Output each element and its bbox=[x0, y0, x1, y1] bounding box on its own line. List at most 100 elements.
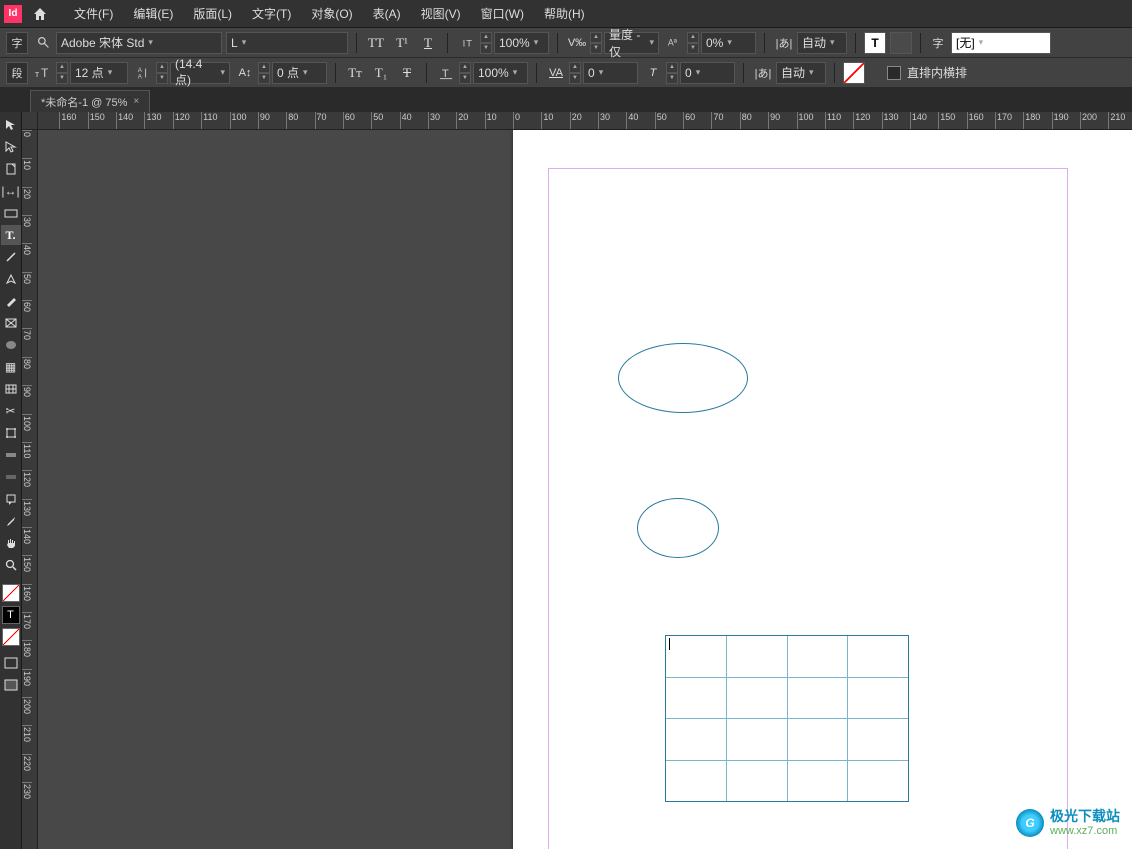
tatechuyoko-checkbox[interactable] bbox=[887, 66, 901, 80]
direct-selection-tool-icon[interactable] bbox=[1, 137, 21, 157]
page-tool-icon[interactable] bbox=[1, 159, 21, 179]
canvas-area[interactable] bbox=[38, 130, 1132, 849]
gradient-feather-icon[interactable] bbox=[1, 467, 21, 487]
apply-none-swatch[interactable] bbox=[2, 628, 20, 646]
auto1-input[interactable]: 自动 bbox=[797, 32, 847, 54]
menu-object[interactable]: 对象(O) bbox=[301, 5, 362, 22]
ellipse-shape-1[interactable] bbox=[618, 343, 748, 413]
table-tool-icon[interactable] bbox=[1, 379, 21, 399]
table-cell[interactable] bbox=[666, 719, 727, 760]
close-tab-icon[interactable]: × bbox=[133, 96, 139, 107]
panel-para-button[interactable]: 段 bbox=[6, 62, 28, 84]
font-size-stepper[interactable]: ▲▼ bbox=[56, 62, 68, 84]
table-cell[interactable] bbox=[666, 636, 727, 677]
aki-right-stepper[interactable]: ▲▼ bbox=[666, 62, 678, 84]
table-placeholder-icon[interactable]: ▦ bbox=[1, 357, 21, 377]
table-cell[interactable] bbox=[727, 719, 788, 760]
tracking2-input[interactable]: 0 点 bbox=[272, 62, 327, 84]
stroke-swatch[interactable] bbox=[843, 62, 865, 84]
eyedropper-tool-icon[interactable] bbox=[1, 511, 21, 531]
table-cell[interactable] bbox=[727, 678, 788, 719]
free-transform-icon[interactable] bbox=[1, 423, 21, 443]
menu-table[interactable]: 表(A) bbox=[363, 5, 411, 22]
fill-stroke-swatch[interactable] bbox=[2, 584, 20, 602]
panel-char-button[interactable]: 字 bbox=[6, 32, 28, 54]
menu-help[interactable]: 帮助(H) bbox=[534, 5, 595, 22]
zoom-tool-icon[interactable] bbox=[1, 555, 21, 575]
document-page[interactable] bbox=[513, 130, 1132, 849]
subscript-icon[interactable]: T₁ bbox=[370, 62, 392, 84]
kerning-stepper[interactable]: ▲▼ bbox=[590, 32, 602, 54]
horiz-scale-input[interactable]: 100% bbox=[473, 62, 528, 84]
leading-stepper[interactable]: ▲▼ bbox=[156, 62, 168, 84]
ellipse-shape-2[interactable] bbox=[637, 498, 719, 558]
fill-t-swatch[interactable]: T bbox=[864, 32, 886, 54]
strike-icon[interactable]: T bbox=[396, 62, 418, 84]
table-cell[interactable] bbox=[788, 719, 849, 760]
gap-tool-icon[interactable]: |↔| bbox=[1, 181, 21, 201]
aki-left-input[interactable]: 0 bbox=[583, 62, 638, 84]
table-cell[interactable] bbox=[848, 678, 908, 719]
ruler-origin[interactable] bbox=[22, 112, 38, 130]
horiz-scale-stepper[interactable]: ▲▼ bbox=[459, 62, 471, 84]
leading-input[interactable]: (14.4 点) bbox=[170, 62, 230, 84]
table-cell[interactable] bbox=[666, 678, 727, 719]
menu-view[interactable]: 视图(V) bbox=[411, 5, 471, 22]
vert-scale-input[interactable]: 100% bbox=[494, 32, 549, 54]
menu-text[interactable]: 文字(T) bbox=[242, 5, 301, 22]
pen-tool-icon[interactable] bbox=[1, 269, 21, 289]
menu-window[interactable]: 窗口(W) bbox=[471, 5, 534, 22]
content-collector-icon[interactable] bbox=[1, 203, 21, 223]
aki-right-input[interactable]: 0 bbox=[680, 62, 735, 84]
table-cell[interactable] bbox=[788, 678, 849, 719]
type-tool-icon[interactable]: T. bbox=[1, 225, 21, 245]
table-cell[interactable] bbox=[848, 719, 908, 760]
ruler-horizontal[interactable]: 1601501401301201101009080706050403020100… bbox=[38, 112, 1132, 130]
menu-layout[interactable]: 版面(L) bbox=[183, 5, 242, 22]
ellipse-tool-icon[interactable] bbox=[1, 335, 21, 355]
inserted-table[interactable] bbox=[665, 635, 909, 802]
menu-edit[interactable]: 编辑(E) bbox=[123, 5, 183, 22]
superscript-icon[interactable]: T¹ bbox=[391, 32, 413, 54]
baseline-input[interactable]: 0% bbox=[701, 32, 756, 54]
underline-icon[interactable]: T bbox=[417, 32, 439, 54]
table-cell[interactable] bbox=[727, 761, 788, 802]
table-cell[interactable] bbox=[788, 636, 849, 677]
font-size-input[interactable]: 12 点 bbox=[70, 62, 128, 84]
line-tool-icon[interactable] bbox=[1, 247, 21, 267]
menu-file[interactable]: 文件(F) bbox=[64, 5, 123, 22]
kerning-input[interactable]: 量度 - 仅 bbox=[604, 32, 659, 54]
font-family-dropdown[interactable]: Adobe 宋体 Std bbox=[56, 32, 222, 54]
ruler-vertical[interactable]: 0102030405060708090100110120130140150160… bbox=[22, 130, 38, 849]
table-cell[interactable] bbox=[666, 761, 727, 802]
pencil-tool-icon[interactable] bbox=[1, 291, 21, 311]
font-style-dropdown[interactable]: L bbox=[226, 32, 348, 54]
table-cell[interactable] bbox=[727, 636, 788, 677]
allcaps-icon[interactable]: TT bbox=[365, 32, 387, 54]
ruler-tick: 10 bbox=[541, 112, 553, 129]
aki-left-stepper[interactable]: ▲▼ bbox=[569, 62, 581, 84]
char-style-label: 字 bbox=[929, 32, 947, 54]
tracking-stepper[interactable]: ▲▼ bbox=[258, 62, 270, 84]
view-mode-normal-icon[interactable] bbox=[1, 653, 21, 673]
search-font-icon[interactable] bbox=[32, 32, 54, 54]
format-container-swatch[interactable]: T bbox=[2, 606, 20, 624]
rectangle-frame-tool-icon[interactable] bbox=[1, 313, 21, 333]
hand-tool-icon[interactable] bbox=[1, 533, 21, 553]
table-cell[interactable] bbox=[848, 636, 908, 677]
smallcaps-icon[interactable]: Тт bbox=[344, 62, 366, 84]
fill-swap-swatch[interactable] bbox=[890, 32, 912, 54]
table-cell[interactable] bbox=[788, 761, 849, 802]
baseline-stepper[interactable]: ▲▼ bbox=[687, 32, 699, 54]
view-mode-preview-icon[interactable] bbox=[1, 675, 21, 695]
home-icon[interactable] bbox=[30, 4, 50, 24]
vert-scale-stepper[interactable]: ▲▼ bbox=[480, 32, 492, 54]
selection-tool-icon[interactable] bbox=[1, 115, 21, 135]
document-tab[interactable]: *未命名-1 @ 75% × bbox=[30, 90, 150, 112]
note-tool-icon[interactable] bbox=[1, 489, 21, 509]
table-cell[interactable] bbox=[848, 761, 908, 802]
scissors-tool-icon[interactable]: ✂ bbox=[1, 401, 21, 421]
char-style-dropdown[interactable]: [无] bbox=[951, 32, 1051, 54]
gradient-swatch-icon[interactable] bbox=[1, 445, 21, 465]
auto2-input[interactable]: 自动 bbox=[776, 62, 826, 84]
